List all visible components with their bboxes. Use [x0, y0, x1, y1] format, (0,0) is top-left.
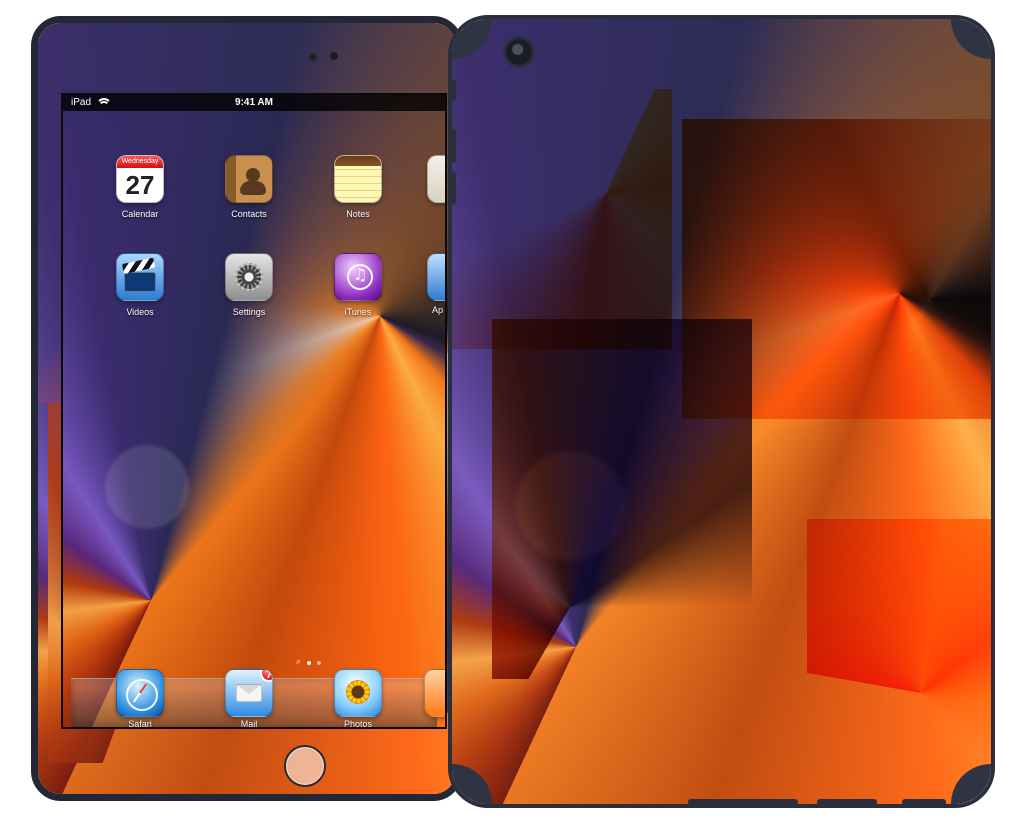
app-calendar[interactable]: Wednesday 27 Calendar	[102, 155, 178, 239]
music-note-icon	[347, 264, 373, 290]
contacts-icon	[225, 155, 273, 203]
calendar-weekday: Wednesday	[117, 156, 163, 168]
photos-icon	[334, 669, 382, 717]
rear-camera-icon	[506, 39, 532, 65]
front-camera	[308, 52, 318, 62]
app-label: Contacts	[231, 209, 267, 219]
contacts-head	[246, 168, 260, 182]
partial-app-label: Ap	[432, 305, 444, 315]
wifi-icon	[97, 98, 111, 108]
dock-app-photos[interactable]: Photos	[320, 669, 396, 729]
dock-label: Safari	[128, 719, 152, 729]
itunes-icon	[334, 253, 382, 301]
lightning-port	[817, 799, 877, 804]
speaker-grille	[688, 799, 798, 804]
videos-icon	[116, 253, 164, 301]
settings-icon	[225, 253, 273, 301]
speaker-grille	[902, 799, 946, 804]
back-wedge	[452, 89, 672, 349]
partial-dock-icon[interactable]	[424, 669, 445, 717]
dock-app-safari[interactable]: Safari	[102, 669, 178, 729]
app-contacts[interactable]: Contacts	[211, 155, 287, 239]
app-label: Notes	[346, 209, 370, 219]
app-settings[interactable]: Settings	[211, 253, 287, 337]
mail-badge: 7	[260, 670, 272, 682]
dock: Safari 7 Mail Photos	[71, 669, 445, 727]
sunflower-icon	[346, 680, 370, 704]
calendar-icon: Wednesday 27	[116, 155, 164, 203]
page-indicator[interactable]: ⌕	[296, 657, 322, 667]
back-wedge	[682, 119, 991, 419]
volume-down-button	[452, 171, 456, 205]
front-sensor	[330, 52, 338, 60]
home-button[interactable]	[284, 745, 326, 787]
back-wedge	[807, 519, 991, 804]
partial-app-icon[interactable]	[427, 253, 445, 301]
app-label: Videos	[126, 307, 154, 317]
partial-app-icon[interactable]	[427, 155, 445, 203]
front-ipad: iPad 9:41 AM Wednesday 27 Calendar Conta…	[31, 16, 463, 801]
dock-label: Photos	[343, 719, 373, 729]
status-bar: iPad 9:41 AM	[63, 95, 445, 111]
page-dot	[317, 660, 322, 665]
back-ipad	[448, 15, 995, 808]
safari-icon	[116, 669, 164, 717]
app-label: Settings	[232, 307, 266, 317]
envelope-icon	[236, 684, 262, 702]
app-label: iTunes	[344, 307, 372, 317]
compass-ring	[126, 679, 158, 711]
mail-icon: 7	[225, 669, 273, 717]
calendar-day: 27	[125, 170, 155, 200]
dock-label: Mail	[240, 719, 258, 729]
dock-app-mail[interactable]: 7 Mail	[211, 669, 287, 729]
page-dot-active	[307, 660, 312, 665]
notes-icon	[334, 155, 382, 203]
app-label: Calendar	[121, 209, 159, 219]
app-videos[interactable]: Videos	[102, 253, 178, 337]
app-itunes[interactable]: iTunes	[320, 253, 396, 337]
ipad-screen: iPad 9:41 AM Wednesday 27 Calendar Conta…	[61, 93, 447, 729]
status-time: 9:41 AM	[235, 97, 273, 108]
volume-up-button	[452, 129, 456, 163]
spotlight-search-icon: ⌕	[296, 657, 302, 667]
gear-icon	[235, 263, 263, 291]
side-button	[452, 79, 456, 101]
app-notes[interactable]: Notes	[320, 155, 396, 239]
clapboard-base	[124, 272, 156, 292]
contacts-body	[240, 181, 266, 195]
device-name: iPad	[71, 97, 92, 108]
status-left: iPad	[71, 95, 111, 111]
